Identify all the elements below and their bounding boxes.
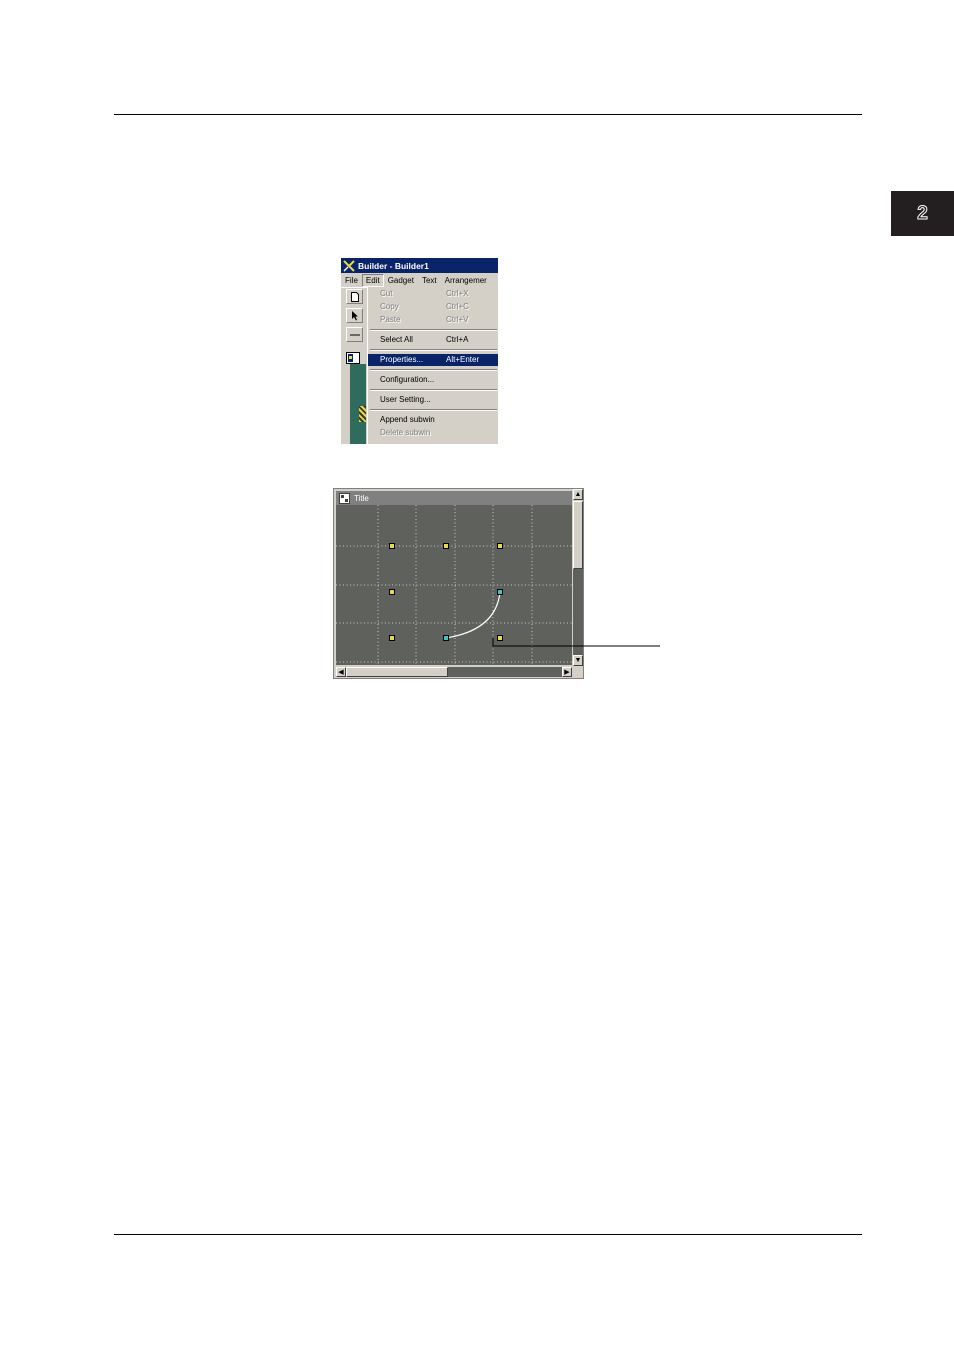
scroll-right-button[interactable]: ▶ <box>562 667 572 677</box>
menu-item-user-setting[interactable]: User Setting... <box>368 394 498 406</box>
menu-item-properties[interactable]: Properties... Alt+Enter <box>368 354 498 366</box>
menu-item-append-subwin[interactable]: Append subwin <box>368 414 498 426</box>
menu-separator <box>370 349 497 351</box>
menu-item-select-all[interactable]: Select All Ctrl+A <box>368 334 498 346</box>
handle <box>497 543 503 549</box>
pointer-tool-icon[interactable] <box>346 308 363 323</box>
handle <box>389 635 395 641</box>
subwindow-preview <box>344 352 366 444</box>
builder-app-icon <box>343 259 355 272</box>
window-icon <box>339 492 350 504</box>
menu-file[interactable]: File <box>341 274 362 287</box>
horizontal-scroll-track[interactable] <box>448 667 562 677</box>
scroll-down-button[interactable]: ▼ <box>573 655 583 666</box>
grid-lines <box>336 505 572 665</box>
menu-item-label: Cut <box>380 289 393 298</box>
header-rule <box>114 114 862 115</box>
menu-item-shortcut: Ctrl+V <box>446 315 469 324</box>
builder-title-text: Builder - Builder1 <box>358 260 429 271</box>
menu-item-label: User Setting... <box>380 395 431 404</box>
vertical-scroll-thumb[interactable] <box>573 501 583 569</box>
menu-item-shortcut: Alt+Enter <box>446 355 480 364</box>
edit-menu-dropdown: Cut Ctrl+X Copy Ctrl+C Paste Ctrl+V Select All… <box>367 287 498 444</box>
horizontal-scroll-thumb[interactable] <box>346 667 448 677</box>
menu-separator <box>370 369 497 371</box>
menu-gadget[interactable]: Gadget <box>384 274 418 287</box>
menu-item-label: Copy <box>380 302 399 311</box>
handle <box>443 543 449 549</box>
menu-item-label: Append subwin <box>380 415 435 424</box>
menu-item-delete-subwin: Delete subwin <box>368 427 498 439</box>
drawing-canvas[interactable] <box>336 505 572 665</box>
handle <box>389 589 395 595</box>
new-file-icon[interactable] <box>346 289 363 304</box>
menu-edit[interactable]: Edit <box>361 273 384 287</box>
menu-arrangemer[interactable]: Arrangemer <box>441 274 491 287</box>
canvas-graphics <box>336 505 572 665</box>
scroll-up-button[interactable]: ▲ <box>573 489 583 500</box>
menu-separator <box>370 389 497 391</box>
menu-separator <box>370 329 497 331</box>
menu-item-copy: Copy Ctrl+C <box>368 301 498 313</box>
menu-item-label: Properties... <box>380 355 424 364</box>
vertical-scrollbar[interactable]: ▲ ▼ <box>573 489 583 667</box>
subwindow-icon <box>346 352 360 364</box>
subwindow-canvas <box>350 364 366 444</box>
menu-item-label: Paste <box>380 315 401 324</box>
footer-rule <box>114 1234 862 1235</box>
menu-item-shortcut: Ctrl+C <box>446 302 469 311</box>
line-tool-icon[interactable] <box>346 327 363 342</box>
menu-item-shortcut: Ctrl+A <box>446 335 469 344</box>
handle <box>497 635 503 641</box>
drawing-window-screenshot: Title ▲ ▼ ◀ ▶ <box>333 488 584 679</box>
scroll-left-button[interactable]: ◀ <box>336 667 346 677</box>
menu-item-paste: Paste Ctrl+V <box>368 314 498 326</box>
subwindow-gadget <box>359 406 366 422</box>
horizontal-scrollbar[interactable]: ◀ ▶ <box>336 667 573 677</box>
menu-text[interactable]: Text <box>418 274 441 287</box>
menu-item-shortcut: Ctrl+X <box>446 289 469 298</box>
builder-title-bar: Builder - Builder1 <box>341 258 498 273</box>
menu-separator <box>370 409 497 411</box>
builder-menubar: File Edit Gadget Text Arrangemer <box>341 273 498 288</box>
drawing-title-bar: Title <box>336 491 572 505</box>
arc-endpoint-handles <box>443 589 503 641</box>
arc-shape <box>445 591 501 639</box>
menu-item-cut: Cut Ctrl+X <box>368 288 498 300</box>
gadget-handles <box>389 543 503 641</box>
endpoint-handle <box>443 635 449 641</box>
endpoint-handle <box>497 589 503 595</box>
chapter-tab: 2 <box>891 191 954 236</box>
handle <box>389 543 395 549</box>
drawing-title-text: Title <box>354 493 369 503</box>
menu-item-configuration[interactable]: Configuration... <box>368 374 498 386</box>
vertical-scroll-track[interactable] <box>573 569 583 655</box>
menu-item-label: Delete subwin <box>380 428 431 437</box>
builder-window-screenshot: Builder - Builder1 File Edit Gadget Text Arr… <box>341 258 498 444</box>
menu-item-label: Select All <box>380 335 413 344</box>
chapter-number: 2 <box>917 202 929 224</box>
menu-item-label: Configuration... <box>380 375 435 384</box>
